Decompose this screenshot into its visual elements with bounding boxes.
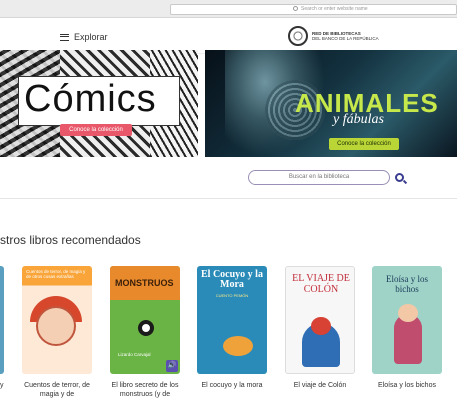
face-illustration — [36, 306, 76, 346]
comics-title: Cómics — [24, 78, 157, 120]
site-header: Explorar RED DE BIBLIOTECAS DEL BANCO DE… — [0, 18, 457, 54]
book-cover[interactable] — [0, 266, 4, 374]
book-title[interactable]: El cocuyo y la mora — [189, 381, 275, 390]
logo-line-2: DEL BANCO DE LA REPÚBLICA — [312, 36, 379, 41]
address-bar[interactable]: Search or enter website name — [170, 4, 457, 15]
sailor-illustration — [302, 317, 340, 367]
firefly-illustration — [223, 336, 253, 356]
seal-icon — [288, 26, 308, 46]
animals-subtitle: y fábulas — [333, 112, 384, 127]
book-cover-subtitle: CUENTO PEMÓN — [215, 293, 249, 298]
book-cover[interactable]: El Cocuyo y la Mora CUENTO PEMÓN — [197, 266, 267, 374]
comics-banner[interactable]: Cómics Conoce la colección — [0, 50, 198, 157]
book-cover[interactable]: Eloísa y los bichos — [372, 266, 442, 374]
comics-collection-button[interactable]: Conoce la colección — [60, 124, 132, 136]
library-logo[interactable]: RED DE BIBLIOTECAS DEL BANCO DE LA REPÚB… — [288, 26, 379, 46]
monster-eye-illustration — [138, 320, 154, 336]
explore-menu-label: Explorar — [74, 32, 108, 42]
logo-text: RED DE BIBLIOTECAS DEL BANCO DE LA REPÚB… — [312, 31, 379, 41]
book-cover-text: El Cocuyo y la Mora — [201, 269, 263, 290]
hamburger-icon — [60, 33, 69, 41]
book-cover-text: Cuentos de terror, de magia y de otros c… — [26, 269, 86, 279]
divider — [0, 198, 457, 199]
address-bar-placeholder: Search or enter website name — [301, 6, 368, 12]
book-cover[interactable]: Cuentos de terror, de magia y de otros c… — [22, 266, 92, 374]
animals-banner[interactable]: ANIMALES y fábulas Conoce la colección — [205, 50, 457, 157]
book-author: Lizardo Carvajal — [118, 352, 151, 357]
book-title[interactable]: El viaje de Colón — [277, 381, 363, 390]
book-cover[interactable]: EL VIAJE DE COLÓN — [285, 266, 355, 374]
book-title[interactable]: Cuentos de terror, de magia y de — [14, 381, 100, 399]
audio-icon[interactable]: 🔊 — [166, 360, 178, 372]
book-cover-text: Eloísa y los bichos — [386, 274, 428, 294]
browser-toolbar: Search or enter website name — [0, 0, 457, 18]
explore-menu-button[interactable]: Explorar — [60, 32, 108, 42]
book-title[interactable]: El libro secreto de los monstruos (y de — [102, 381, 188, 399]
book-title[interactable]: Eloísa y los bichos — [364, 381, 450, 390]
girl-illustration — [394, 304, 422, 364]
search-icon — [293, 6, 298, 11]
search-icon[interactable] — [395, 173, 404, 182]
book-title[interactable]: y — [0, 381, 10, 390]
library-search-input[interactable]: Buscar en la biblioteca — [248, 170, 390, 185]
book-cover-text: EL VIAJE DE COLÓN — [292, 273, 350, 295]
book-cover[interactable]: MONSTRUOS Lizardo Carvajal 🔊 — [110, 266, 180, 374]
animals-collection-button[interactable]: Conoce la colección — [329, 138, 399, 150]
book-cover-text: MONSTRUOS — [115, 278, 174, 288]
section-title: stros libros recomendados — [0, 233, 141, 247]
